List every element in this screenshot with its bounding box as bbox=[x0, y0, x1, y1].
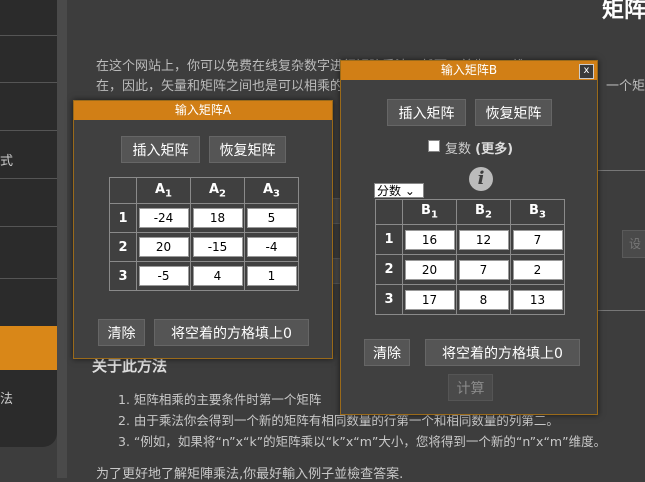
column-header: B2 bbox=[456, 199, 511, 225]
matrix-a-cell[interactable]: -5 bbox=[138, 266, 189, 286]
insert-matrix-b-button[interactable]: 插入矩阵 bbox=[387, 99, 466, 126]
table-corner bbox=[109, 177, 137, 204]
complex-checkbox[interactable] bbox=[428, 140, 440, 152]
matrix-a-cell[interactable]: -15 bbox=[192, 237, 243, 257]
sidebar-divider bbox=[0, 130, 57, 131]
matrix-a-cell[interactable]: 1 bbox=[246, 266, 297, 286]
matrix-b-cell[interactable]: 17 bbox=[404, 289, 455, 310]
sidebar-divider bbox=[0, 35, 57, 36]
table-row: 1 16 12 7 bbox=[375, 224, 565, 255]
divider bbox=[597, 310, 645, 311]
matrix-a-table: A1 A2 A3 1 -24 18 5 2 20 -15 -4 3 -5 4 1 bbox=[109, 177, 299, 291]
row-header: 3 bbox=[375, 284, 403, 315]
matrix-a-cell[interactable]: -24 bbox=[138, 208, 189, 228]
restore-matrix-b-button[interactable]: 恢复矩阵 bbox=[475, 99, 552, 126]
matrix-b-cell[interactable]: 7 bbox=[512, 229, 563, 250]
matrix-b-dialog: 输入矩阵B x 插入矩阵 恢复矩阵 复数 (更多) i 分数 ⌄ B1 B2 B… bbox=[340, 60, 598, 415]
column-header: A3 bbox=[244, 177, 299, 204]
column-header: B3 bbox=[510, 199, 565, 225]
table-row: 1 -24 18 5 bbox=[109, 203, 299, 233]
column-header: A1 bbox=[136, 177, 191, 204]
divider bbox=[597, 170, 645, 171]
clear-matrix-a-button[interactable]: 清除 bbox=[98, 319, 145, 346]
matrix-b-cell[interactable]: 12 bbox=[458, 229, 509, 250]
complex-label: 复数 (更多) bbox=[445, 142, 514, 157]
footer-text: 为了更好地了解矩陣乘法,你最好輸入例子並檢查答案. bbox=[96, 467, 404, 482]
column-header: A2 bbox=[190, 177, 245, 204]
row-header: 2 bbox=[109, 232, 137, 262]
sidebar-item-label[interactable]: 式 bbox=[0, 150, 13, 169]
row-header: 2 bbox=[375, 254, 403, 285]
close-icon[interactable]: x bbox=[579, 64, 594, 79]
matrix-a-dialog: 输入矩阵A 插入矩阵 恢复矩阵 A1 A2 A3 1 -24 18 5 2 20… bbox=[73, 100, 333, 359]
intro-text: 一个矩 bbox=[606, 79, 645, 94]
matrix-b-cell[interactable]: 8 bbox=[458, 289, 509, 310]
fill-zero-b-button[interactable]: 将空着的方格填上0 bbox=[425, 339, 580, 366]
column-header: B1 bbox=[402, 199, 457, 225]
matrix-b-cell[interactable]: 2 bbox=[512, 259, 563, 280]
table-row: 2 20 -15 -4 bbox=[109, 232, 299, 262]
row-header: 1 bbox=[109, 203, 137, 233]
matrix-a-cell[interactable]: 5 bbox=[246, 208, 297, 228]
matrix-a-cell[interactable]: -4 bbox=[246, 237, 297, 257]
sidebar-divider bbox=[0, 178, 57, 179]
sidebar: 式 法 bbox=[0, 0, 57, 447]
chevron-down-icon: ⌄ bbox=[404, 184, 415, 198]
restore-matrix-a-button[interactable]: 恢复矩阵 bbox=[209, 136, 286, 163]
matrix-b-table: B1 B2 B3 1 16 12 7 2 20 7 2 3 17 8 13 bbox=[375, 199, 565, 315]
row-header: 3 bbox=[109, 261, 137, 291]
matrix-b-cell[interactable]: 7 bbox=[458, 259, 509, 280]
table-row: 3 -5 4 1 bbox=[109, 261, 299, 291]
intro-text: 在，因此，矢量和矩阵之间也是可以相乘的 bbox=[96, 79, 344, 94]
matrix-b-cell[interactable]: 16 bbox=[404, 229, 455, 250]
sidebar-divider bbox=[0, 278, 57, 279]
compute-button[interactable]: 计算 bbox=[448, 374, 493, 401]
matrix-a-cell[interactable]: 20 bbox=[138, 237, 189, 257]
about-item: 1. 矩阵相乘的主要条件时第一个矩阵 bbox=[118, 392, 322, 407]
settings-button[interactable]: 设 bbox=[622, 230, 645, 258]
fill-zero-a-button[interactable]: 将空着的方格填上0 bbox=[154, 319, 309, 346]
info-icon[interactable]: i bbox=[469, 167, 493, 191]
dialog-b-title[interactable]: 输入矩阵B bbox=[341, 61, 597, 80]
matrix-b-cell[interactable]: 13 bbox=[512, 289, 563, 310]
row-header: 1 bbox=[375, 224, 403, 255]
page-title: 矩阵 bbox=[602, 0, 645, 23]
sidebar-item-active[interactable] bbox=[0, 326, 57, 370]
table-row: 2 20 7 2 bbox=[375, 254, 565, 285]
number-format-select[interactable]: 分数 ⌄ bbox=[374, 183, 424, 198]
sidebar-gutter bbox=[57, 0, 67, 478]
matrix-a-cell[interactable]: 18 bbox=[192, 208, 243, 228]
dialog-a-title[interactable]: 输入矩阵A bbox=[74, 101, 332, 120]
insert-matrix-a-button[interactable]: 插入矩阵 bbox=[121, 136, 200, 163]
about-item: 3. “例如，如果将“n”x“k”的矩阵乘以“k”x“m”大小，您将得到一个新的… bbox=[118, 434, 607, 449]
clear-matrix-b-button[interactable]: 清除 bbox=[364, 339, 410, 366]
sidebar-divider bbox=[0, 82, 57, 83]
sidebar-divider bbox=[0, 226, 57, 227]
table-corner bbox=[375, 199, 403, 225]
matrix-a-cell[interactable]: 4 bbox=[192, 266, 243, 286]
sidebar-item-label[interactable]: 法 bbox=[0, 388, 13, 407]
table-row: 3 17 8 13 bbox=[375, 284, 565, 315]
matrix-b-cell[interactable]: 20 bbox=[404, 259, 455, 280]
more-link[interactable]: (更多) bbox=[475, 142, 513, 157]
